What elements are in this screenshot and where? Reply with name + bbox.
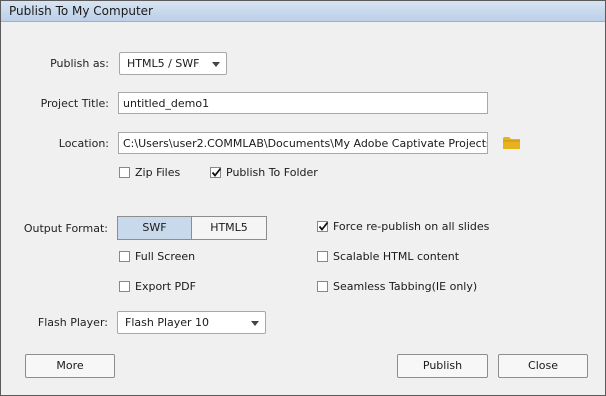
project-title-input[interactable]: untitled_demo1: [118, 92, 488, 114]
force-republish-box[interactable]: [317, 221, 329, 232]
publish-as-value: HTML5 / SWF: [127, 57, 200, 70]
folder-icon[interactable]: [503, 136, 520, 152]
publish-to-folder-label: Publish To Folder: [226, 166, 318, 179]
publish-button[interactable]: Publish: [397, 354, 488, 378]
export-pdf-label: Export PDF: [135, 280, 196, 293]
zip-files-box[interactable]: [119, 167, 130, 178]
seamless-tabbing-box[interactable]: [317, 281, 328, 292]
publish-as-select[interactable]: HTML5 / SWF: [119, 52, 227, 75]
location-label: Location:: [58, 137, 109, 150]
zip-files-label: Zip Files: [135, 166, 181, 179]
checkmark-icon: [211, 167, 222, 177]
force-republish-label: Force re-publish on all slides: [333, 220, 490, 233]
dialog-title: Publish To My Computer: [9, 4, 153, 18]
export-pdf-box[interactable]: [119, 281, 130, 292]
close-button[interactable]: Close: [498, 354, 588, 378]
flash-player-label: Flash Player:: [37, 316, 108, 329]
seamless-tabbing-label: Seamless Tabbing(IE only): [333, 280, 478, 293]
chevron-down-icon: [251, 321, 259, 326]
full-screen-box[interactable]: [119, 251, 130, 262]
checkmark-icon: [318, 221, 329, 231]
output-format-swf-button[interactable]: SWF: [117, 216, 192, 240]
publish-dialog: Publish To My Computer Publish as: HTML5…: [0, 0, 606, 396]
more-button[interactable]: More: [25, 354, 115, 378]
full-screen-label: Full Screen: [135, 250, 196, 263]
scalable-html-label: Scalable HTML content: [333, 250, 460, 263]
flash-player-value: Flash Player 10: [125, 316, 210, 329]
location-input[interactable]: C:\Users\user2.COMMLAB\Documents\My Adob…: [118, 132, 488, 154]
chevron-down-icon: [212, 62, 220, 67]
publish-as-label: Publish as:: [50, 57, 109, 70]
flash-player-select[interactable]: Flash Player 10: [117, 311, 266, 334]
publish-to-folder-box[interactable]: [210, 167, 222, 178]
scalable-html-box[interactable]: [317, 251, 328, 262]
output-format-label: Output Format:: [23, 222, 108, 235]
project-title-label: Project Title:: [40, 97, 109, 110]
title-bar[interactable]: Publish To My Computer: [1, 1, 605, 22]
output-format-html5-button[interactable]: HTML5: [191, 216, 267, 240]
